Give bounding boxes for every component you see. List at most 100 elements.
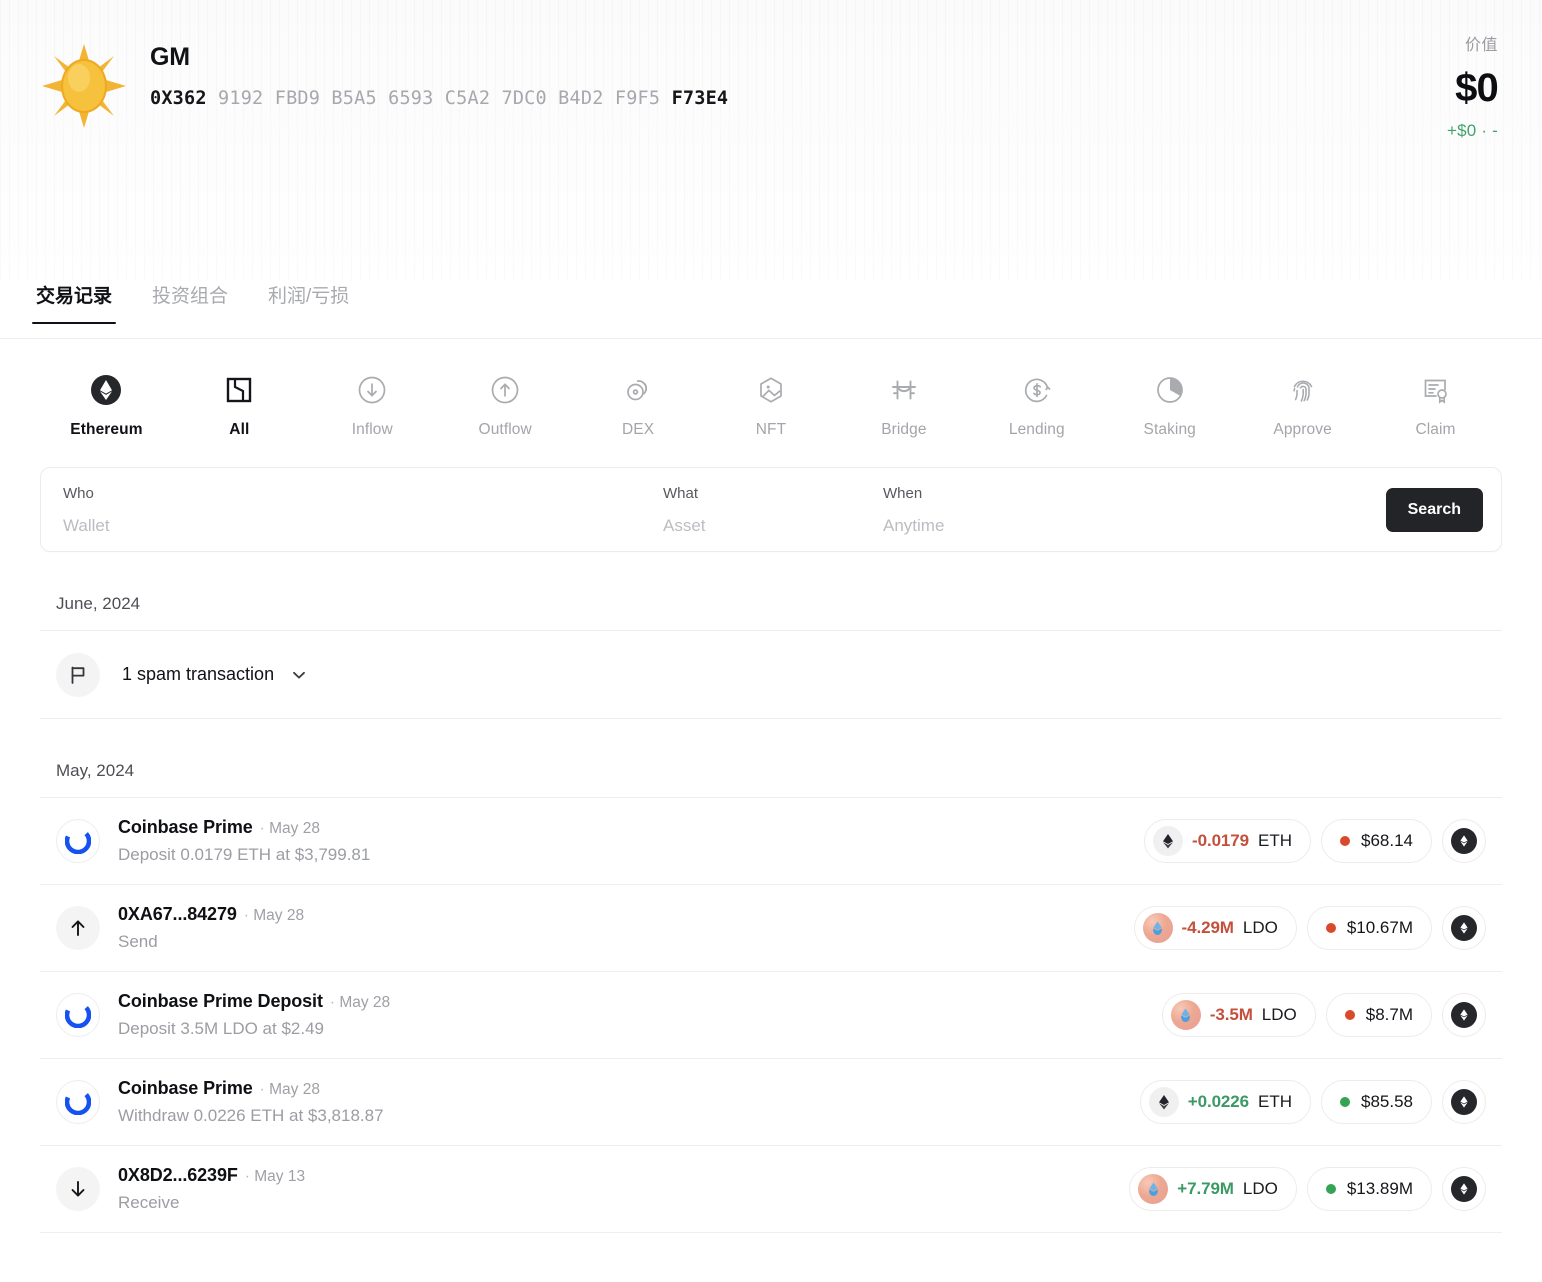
status-dot [1326,923,1336,933]
search-who-field[interactable]: Who Wallet [41,486,641,534]
usd-value: $68.14 [1361,831,1413,851]
table-row[interactable]: Coinbase Prime Deposit May 28 Deposit 3.… [40,972,1502,1059]
search-who-input[interactable]: Wallet [63,517,641,534]
tx-main: 0X8D2...6239F May 13 Receive [118,1165,1129,1213]
filter-all[interactable]: All [173,373,306,439]
tab-transactions[interactable]: 交易记录 [32,281,116,324]
tx-date: May 28 [244,907,304,925]
search-panel: Who Wallet What Asset When Anytime Searc… [40,467,1502,552]
status-dot [1345,1010,1355,1020]
filter-claim[interactable]: Claim [1369,373,1502,439]
search-what-field[interactable]: What Asset [641,486,861,534]
filter-nft[interactable]: NFT [705,373,838,439]
tx-values: -4.29M LDO $10.67M [1134,906,1486,950]
filter-outflow[interactable]: Outflow [439,373,572,439]
eth-token-icon [1153,826,1183,856]
claim-certificate-icon [1419,373,1453,407]
page-title: GM [150,44,728,72]
address-middle: 9192 FBD9 B5A5 6593 C5A2 7DC0 B4D2 F9F5 [218,88,660,109]
filter-label: DEX [622,421,654,439]
amount-symbol: ETH [1258,831,1292,851]
tab-portfolio[interactable]: 投资组合 [148,281,232,324]
ethereum-icon [89,373,123,407]
value-change: +$0 · - [1447,122,1498,139]
identity-text: GM 0X362 9192 FBD9 B5A5 6593 C5A2 7DC0 B… [150,36,728,109]
coinbase-icon [56,1080,100,1124]
tab-profit-loss[interactable]: 利润/亏损 [264,281,353,324]
filter-label: NFT [756,421,786,439]
usd-value: $10.67M [1347,918,1413,938]
tx-values: +7.79M LDO $13.89M [1129,1167,1486,1211]
tx-subtitle: Deposit 3.5M LDO at $2.49 [118,1019,1162,1039]
profile-identity: GM 0X362 9192 FBD9 B5A5 6593 C5A2 7DC0 B… [36,36,728,134]
tx-date: May 28 [260,1081,320,1099]
filter-bar: Ethereum All Inflow Outflow DEX [0,339,1542,439]
staking-pie-icon [1153,373,1187,407]
filter-bridge[interactable]: Bridge [837,373,970,439]
table-row[interactable]: 0XA67...84279 May 28 Send -4.29M LDO $10… [40,885,1502,972]
ethereum-chain-icon[interactable] [1442,1167,1486,1211]
filter-staking[interactable]: Staking [1103,373,1236,439]
table-row[interactable]: Coinbase Prime May 28 Withdraw 0.0226 ET… [40,1059,1502,1146]
table-row[interactable]: 0X8D2...6239F May 13 Receive +7.79M LDO … [40,1146,1502,1233]
usd-pill: $68.14 [1321,819,1432,863]
address-suffix: F73E4 [672,88,729,109]
usd-pill: $8.7M [1326,993,1432,1037]
filter-label: All [229,421,249,439]
nft-hexagon-icon [754,373,788,407]
tx-subtitle: Receive [118,1193,1129,1213]
amount-symbol: ETH [1258,1092,1292,1112]
tx-date: May 28 [330,994,390,1012]
amount-value: +7.79M [1177,1179,1234,1199]
usd-pill: $85.58 [1321,1080,1432,1124]
amount-symbol: LDO [1243,1179,1278,1199]
arrow-down-circle-icon [355,373,389,407]
usd-pill: $13.89M [1307,1167,1432,1211]
ethereum-chain-icon[interactable] [1442,993,1486,1037]
ethereum-chain-icon[interactable] [1442,906,1486,950]
search-what-input[interactable]: Asset [663,517,861,534]
tx-main: Coinbase Prime May 28 Withdraw 0.0226 ET… [118,1078,1140,1126]
amount-value: -4.29M [1182,918,1234,938]
usd-pill: $10.67M [1307,906,1432,950]
tx-date: May 28 [260,820,320,838]
filter-dex[interactable]: DEX [572,373,705,439]
wallet-address[interactable]: 0X362 9192 FBD9 B5A5 6593 C5A2 7DC0 B4D2… [150,88,728,109]
month-header-june: June, 2024 [40,552,1502,631]
value-label: 价值 [1447,38,1498,54]
spam-transaction-row[interactable]: 1 spam transaction [40,631,1502,719]
filter-inflow[interactable]: Inflow [306,373,439,439]
tx-title: Coinbase Prime [118,1078,253,1099]
filter-ethereum[interactable]: Ethereum [40,373,173,439]
tx-main: Coinbase Prime Deposit May 28 Deposit 3.… [118,991,1162,1039]
filter-label: Lending [1009,421,1065,439]
ethereum-chain-icon[interactable] [1442,819,1486,863]
status-dot [1340,1097,1350,1107]
tx-subtitle: Withdraw 0.0226 ETH at $3,818.87 [118,1106,1140,1126]
amount-pill: +7.79M LDO [1129,1167,1297,1211]
ldo-token-icon [1138,1174,1168,1204]
arrow-up-icon [56,906,100,950]
table-row[interactable]: Coinbase Prime May 28 Deposit 0.0179 ETH… [40,798,1502,885]
filter-label: Outflow [479,421,532,439]
all-grid-icon [222,373,256,407]
eth-token-icon [1149,1087,1179,1117]
filter-label: Claim [1415,421,1455,439]
main-tabs: 交易记录 投资组合 利润/亏损 [0,281,1542,339]
amount-pill: -0.0179 ETH [1144,819,1311,863]
tx-main: Coinbase Prime May 28 Deposit 0.0179 ETH… [118,817,1144,865]
ldo-token-icon [1143,913,1173,943]
amount-symbol: LDO [1262,1005,1297,1025]
amount-pill: -4.29M LDO [1134,906,1297,950]
profile-header: GM 0X362 9192 FBD9 B5A5 6593 C5A2 7DC0 B… [0,0,1542,281]
search-button[interactable]: Search [1386,488,1483,532]
tx-title: Coinbase Prime [118,817,253,838]
filter-lending[interactable]: Lending [970,373,1103,439]
tx-title: 0XA67...84279 [118,904,237,925]
ethereum-chain-icon[interactable] [1442,1080,1486,1124]
amount-value: -0.0179 [1192,831,1249,851]
filter-approve[interactable]: Approve [1236,373,1369,439]
address-prefix: 0X362 [150,88,207,109]
search-what-label: What [663,486,861,501]
chevron-down-icon[interactable] [290,666,308,684]
